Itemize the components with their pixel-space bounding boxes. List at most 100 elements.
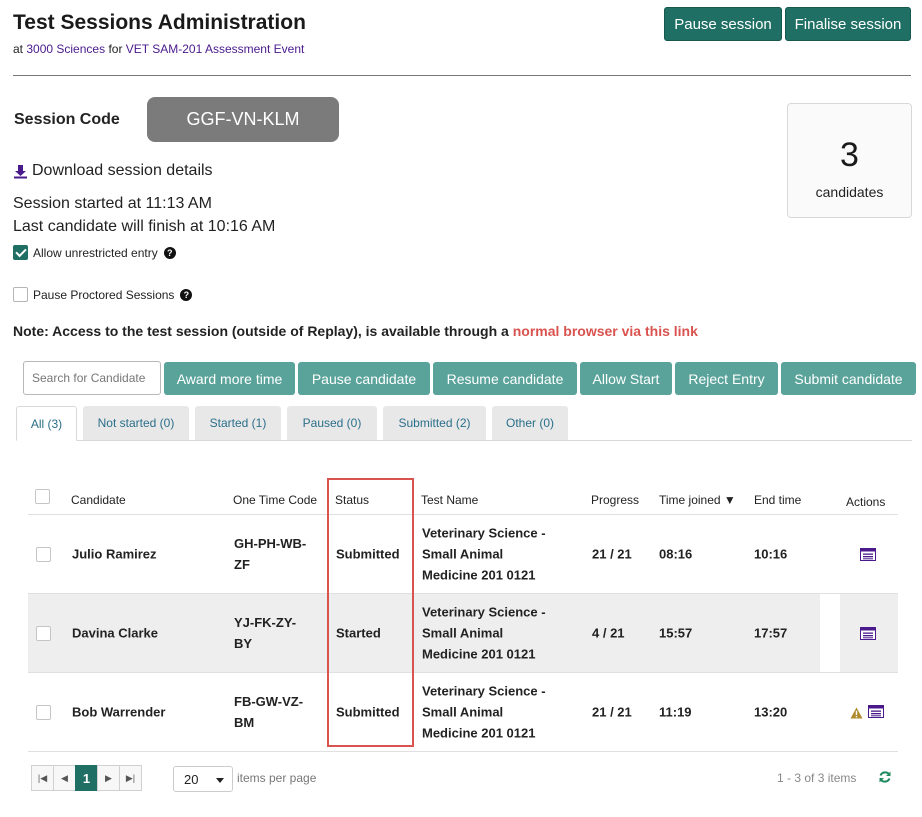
row-checkbox[interactable] <box>36 547 51 562</box>
candidate-name: Julio Ramirez <box>72 546 157 562</box>
session-code: GGF-VN-KLM <box>147 97 339 142</box>
pause-candidate-button[interactable]: Pause candidate <box>298 362 430 395</box>
session-code-label: Session Code <box>14 111 120 128</box>
allow-start-button[interactable]: Allow Start <box>580 362 672 395</box>
column-header-time-joined[interactable]: Time joined ▼ <box>659 493 736 507</box>
pause-proctored-row: Pause Proctored Sessions ? <box>13 287 193 302</box>
tab-started[interactable]: Started (1) <box>195 406 281 440</box>
access-note-text: Note: Access to the test session (outsid… <box>13 323 509 339</box>
test-name: Veterinary Science - Small Animal Medici… <box>422 681 546 744</box>
search-candidate-input[interactable] <box>23 361 161 395</box>
tab-all[interactable]: All (3) <box>16 406 77 441</box>
test-name-line: Small Animal <box>422 625 504 641</box>
progress-text: 4 / 21 <box>592 625 625 641</box>
last-page-button[interactable]: ▶| <box>119 765 142 791</box>
items-per-page-value: 20 <box>184 771 199 787</box>
tab-paused[interactable]: Paused (0) <box>287 406 377 440</box>
warning-icon[interactable] <box>850 707 863 719</box>
test-name-line: Veterinary Science - <box>422 525 546 541</box>
pause-session-button[interactable]: Pause session <box>664 7 782 41</box>
table-row[interactable]: Davina Clarke YJ-FK-ZY- BY Started Veter… <box>28 594 898 673</box>
select-all-checkbox[interactable] <box>35 489 50 504</box>
allow-unrestricted-checkbox[interactable] <box>13 245 28 260</box>
row-checkbox[interactable] <box>36 626 51 641</box>
one-time-code-line: GH-PH-WB- <box>234 536 307 551</box>
last-candidate-finish-text: Last candidate will finish at 10:16 AM <box>13 218 276 235</box>
page-subtitle: at 3000 Sciences for VET SAM-201 Assessm… <box>13 42 304 56</box>
subtitle-at: at <box>13 42 24 56</box>
normal-browser-link[interactable]: normal browser via this link <box>513 323 698 339</box>
table-row[interactable]: Bob Warrender FB-GW-VZ- BM Submitted Vet… <box>28 673 898 752</box>
award-more-time-button[interactable]: Award more time <box>164 362 295 395</box>
end-time-text: 13:20 <box>754 704 788 720</box>
next-page-button[interactable]: ▶ <box>97 765 120 791</box>
column-header-test-name[interactable]: Test Name <box>421 493 478 507</box>
column-header-candidate[interactable]: Candidate <box>71 493 126 507</box>
header-divider <box>13 75 911 76</box>
test-name-line: Small Animal <box>422 546 504 562</box>
allow-unrestricted-row: Allow unrestricted entry ? <box>13 245 176 260</box>
event-link[interactable]: VET SAM-201 Assessment Event <box>126 42 305 56</box>
current-page-button[interactable]: 1 <box>75 765 98 791</box>
test-name: Veterinary Science - Small Animal Medici… <box>422 602 546 665</box>
test-name-line: Medicine 201 0121 <box>422 725 536 741</box>
finalise-session-button[interactable]: Finalise session <box>785 7 911 41</box>
test-name-line: Medicine 201 0121 <box>422 646 536 662</box>
table-row[interactable]: Julio Ramirez GH-PH-WB- ZF Submitted Vet… <box>28 515 898 594</box>
tab-other[interactable]: Other (0) <box>492 406 568 440</box>
one-time-code-line: BM <box>234 715 255 730</box>
items-per-page-select[interactable]: 20 <box>173 766 233 792</box>
test-name-line: Medicine 201 0121 <box>422 567 536 583</box>
reject-entry-button[interactable]: Reject Entry <box>675 362 778 395</box>
time-joined-text: 11:19 <box>659 704 692 720</box>
items-per-page-label: items per page <box>237 771 317 785</box>
download-label: Download session details <box>32 162 213 179</box>
pagination: |◀ ◀ 1 ▶ ▶| <box>31 765 142 791</box>
details-icon[interactable] <box>868 705 884 718</box>
pause-proctored-checkbox[interactable] <box>13 287 28 302</box>
chevron-down-icon <box>216 778 224 783</box>
time-joined-text: 08:16 <box>659 546 693 562</box>
help-icon[interactable]: ? <box>180 288 193 301</box>
one-time-code-line: YJ-FK-ZY- <box>234 615 297 630</box>
subtitle-for: for <box>108 42 123 56</box>
test-name-line: Veterinary Science - <box>422 683 546 699</box>
download-session-details-link[interactable]: Download session details <box>13 162 213 180</box>
candidates-count: 3 <box>840 136 859 174</box>
candidate-name: Davina Clarke <box>72 625 158 641</box>
details-icon[interactable] <box>860 548 876 561</box>
refresh-icon[interactable] <box>878 770 892 784</box>
time-joined-text: 15:57 <box>659 625 693 641</box>
column-header-actions: Actions <box>846 495 886 509</box>
candidate-name: Bob Warrender <box>72 704 166 720</box>
column-header-progress[interactable]: Progress <box>591 493 639 507</box>
one-time-code-line: BY <box>234 636 253 651</box>
column-header-end-time[interactable]: End time <box>754 493 801 507</box>
tab-submitted[interactable]: Submitted (2) <box>383 406 486 440</box>
one-time-code: GH-PH-WB- ZF <box>234 533 306 575</box>
submit-candidate-button[interactable]: Submit candidate <box>781 362 916 395</box>
details-icon[interactable] <box>860 627 876 640</box>
row-checkbox[interactable] <box>36 705 51 720</box>
progress-text: 21 / 21 <box>592 704 632 720</box>
progress-text: 21 / 21 <box>592 546 632 562</box>
one-time-code-line: ZF <box>234 557 250 572</box>
column-header-one-time-code[interactable]: One Time Code <box>233 493 317 507</box>
test-name-line: Small Animal <box>422 704 504 720</box>
org-link[interactable]: 3000 Sciences <box>26 42 105 56</box>
tabs-divider <box>16 440 912 441</box>
tab-not-started[interactable]: Not started (0) <box>83 406 189 440</box>
end-time-text: 10:16 <box>754 546 788 562</box>
page-title: Test Sessions Administration <box>13 11 306 34</box>
test-name: Veterinary Science - Small Animal Medici… <box>422 523 546 586</box>
session-started-text: Session started at 11:13 AM <box>13 195 212 212</box>
first-page-button[interactable]: |◀ <box>31 765 54 791</box>
pause-proctored-label: Pause Proctored Sessions <box>33 287 175 302</box>
one-time-code: FB-GW-VZ- BM <box>234 691 303 733</box>
prev-page-button[interactable]: ◀ <box>53 765 76 791</box>
test-name-line: Veterinary Science - <box>422 604 546 620</box>
resume-candidate-button[interactable]: Resume candidate <box>433 362 577 395</box>
help-icon[interactable]: ? <box>163 246 176 259</box>
download-icon <box>14 164 27 178</box>
end-time-text: 17:57 <box>754 625 788 641</box>
